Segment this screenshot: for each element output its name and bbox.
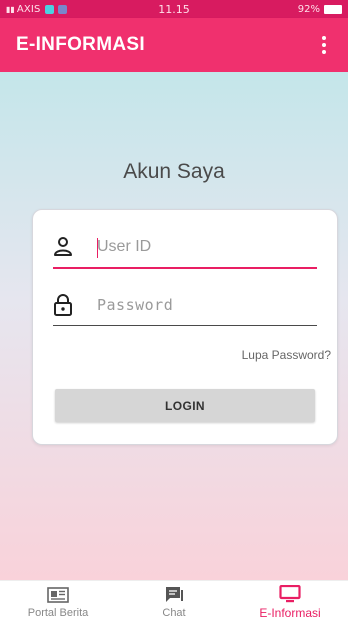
nav-item-portal-berita[interactable]: Portal Berita [0, 581, 116, 623]
signal-icon: ▮▮ [6, 4, 15, 14]
carrier-name: AXIS [16, 3, 41, 15]
user-id-input[interactable] [97, 232, 315, 262]
login-card: Lupa Password? LOGIN [32, 209, 338, 445]
user-id-field [53, 230, 317, 270]
person-icon [54, 237, 72, 256]
newspaper-icon [47, 586, 69, 603]
nav-label: Portal Berita [27, 606, 89, 619]
text-caret [97, 238, 98, 258]
page-title: Akun Saya [123, 160, 225, 183]
notification-icon [44, 4, 54, 14]
status-right: 92% [298, 4, 342, 15]
nav-item-chat[interactable]: Chat [116, 581, 232, 623]
status-bar: ▮▮ AXIS 11.15 92% [0, 0, 348, 18]
battery-icon [324, 4, 342, 14]
battery-percent: 92% [297, 3, 320, 15]
forgot-password-link[interactable]: Lupa Password? [242, 348, 331, 362]
login-button[interactable]: LOGIN [55, 389, 315, 422]
nav-label: Chat [162, 606, 186, 619]
nav-label: E-Informasi [259, 605, 321, 620]
app-bar: E-INFORMASI [0, 18, 348, 72]
notification-icon [57, 4, 67, 14]
app-title: E-INFORMASI [16, 34, 145, 55]
chat-icon [166, 586, 183, 602]
status-left: ▮▮ AXIS [6, 4, 126, 15]
password-underline [53, 325, 317, 326]
password-input[interactable] [97, 290, 315, 320]
password-field [53, 288, 317, 328]
more-vertical-icon[interactable] [316, 30, 332, 60]
user-id-underline [53, 267, 317, 269]
monitor-icon [279, 584, 301, 602]
login-screen: Akun Saya Lupa Password? LOGIN [0, 72, 348, 580]
nav-item-e-informasi[interactable]: E-Informasi [232, 581, 348, 623]
lock-icon [54, 294, 72, 316]
bottom-nav: Portal Berita Chat E-Informasi [0, 580, 348, 623]
